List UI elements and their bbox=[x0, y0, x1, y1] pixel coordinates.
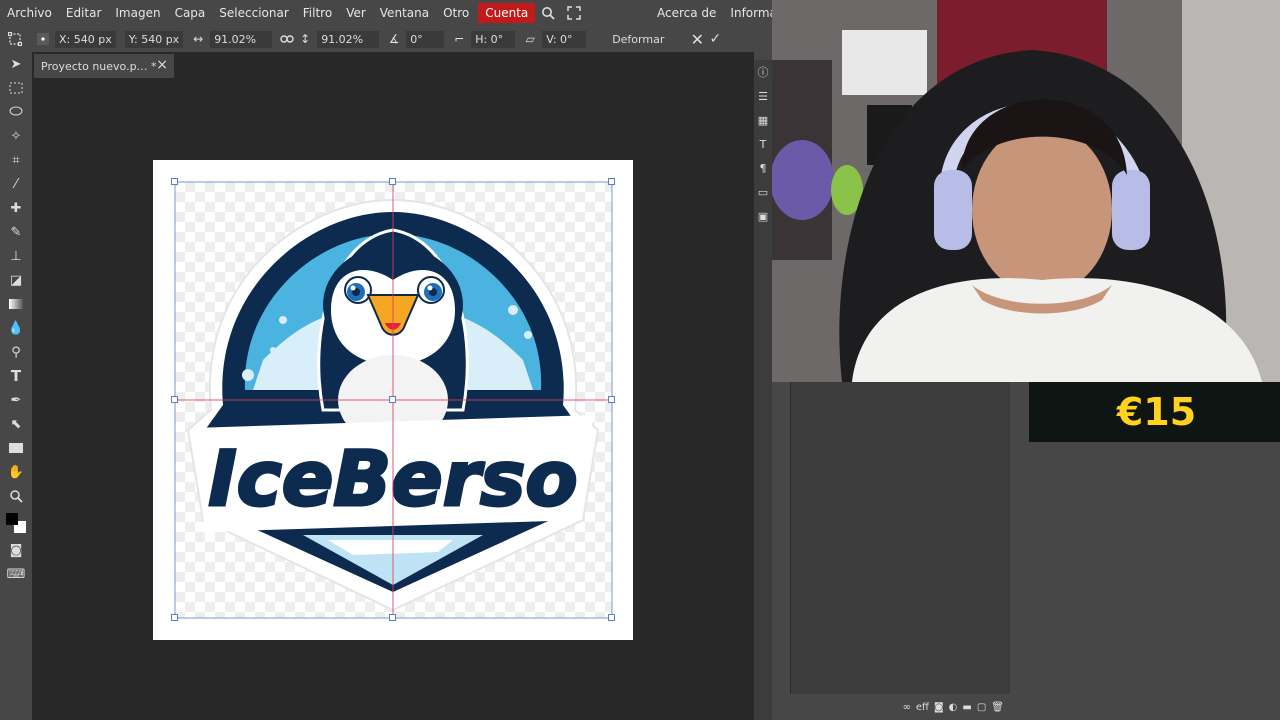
mask-icon[interactable]: ◙ bbox=[934, 702, 944, 713]
layers-panel bbox=[790, 382, 1010, 694]
transform-handle-top[interactable] bbox=[389, 178, 396, 185]
document-canvas[interactable]: IceBerso bbox=[153, 160, 633, 640]
menu-about[interactable]: Acerca de bbox=[650, 3, 723, 23]
transform-icon[interactable] bbox=[6, 30, 24, 48]
adjustment-icon[interactable]: ◐ bbox=[949, 702, 958, 713]
menu-imagen[interactable]: Imagen bbox=[108, 3, 167, 23]
transform-handle-center[interactable] bbox=[389, 396, 396, 403]
angle-field[interactable]: 0° bbox=[406, 30, 445, 48]
info-icon[interactable]: ⓘ bbox=[754, 60, 772, 84]
blur-tool-icon[interactable]: 💧 bbox=[0, 316, 32, 340]
angle-icon: ∡ bbox=[388, 32, 400, 46]
search-icon[interactable] bbox=[535, 0, 561, 26]
new-layer-icon[interactable]: ▢ bbox=[977, 702, 986, 713]
y-position: Y: 540 px bbox=[122, 30, 184, 48]
swatches-icon[interactable]: ▦ bbox=[754, 108, 772, 132]
price-overlay: €15 bbox=[1029, 382, 1280, 442]
text-tool-icon[interactable]: T bbox=[0, 364, 32, 388]
css-icon[interactable]: ▭ bbox=[754, 180, 772, 204]
menu-filtro[interactable]: Filtro bbox=[296, 3, 339, 23]
menu-capa[interactable]: Capa bbox=[168, 3, 213, 23]
document-tabs: Proyecto nuevo.p… * × bbox=[32, 52, 754, 80]
cancel-icon[interactable]: ✕ bbox=[688, 30, 706, 49]
hand-tool-icon[interactable]: ✋ bbox=[0, 460, 32, 484]
paragraph-icon[interactable]: ¶ bbox=[754, 156, 772, 180]
document-tab[interactable]: Proyecto nuevo.p… * × bbox=[34, 54, 174, 78]
skew-h-icon: ⌐ bbox=[454, 32, 465, 46]
quick-mask-icon[interactable]: ◙ bbox=[0, 538, 32, 562]
width-group: ↔ 91.02% bbox=[189, 30, 273, 48]
lasso-tool-icon[interactable] bbox=[0, 100, 32, 124]
dodge-tool-icon[interactable]: ⚲ bbox=[0, 340, 32, 364]
zoom-tool-icon[interactable] bbox=[0, 484, 32, 508]
pen-tool-icon[interactable]: ✒ bbox=[0, 388, 32, 412]
keyboard-icon[interactable]: ⌨ bbox=[0, 562, 32, 586]
magic-wand-icon[interactable]: ✧ bbox=[0, 124, 32, 148]
menu-archivo[interactable]: Archivo bbox=[0, 3, 59, 23]
character-icon[interactable]: T bbox=[754, 132, 772, 156]
webcam-overlay bbox=[772, 0, 1280, 382]
marquee-tool-icon[interactable] bbox=[0, 76, 32, 100]
angle-group: ∡ 0° bbox=[385, 30, 445, 48]
fullscreen-icon[interactable] bbox=[561, 0, 587, 26]
anchor-icon[interactable] bbox=[34, 30, 52, 48]
panel-strip: ⓘ ☰ ▦ T ¶ ▭ ▣ bbox=[754, 60, 772, 720]
transform-handle-top-left[interactable] bbox=[171, 178, 178, 185]
shape-tool-icon[interactable] bbox=[0, 436, 32, 460]
menu-ver[interactable]: Ver bbox=[339, 3, 373, 23]
delete-layer-icon[interactable]: 🗑 bbox=[991, 702, 1004, 713]
brush-tool-icon[interactable]: ✎ bbox=[0, 220, 32, 244]
image-icon[interactable]: ▣ bbox=[754, 204, 772, 228]
warp-button[interactable]: Deformar bbox=[604, 31, 672, 48]
workspace: Proyecto nuevo.p… * × IceBerso bbox=[32, 52, 754, 720]
link-layers-icon[interactable]: ∞ bbox=[903, 702, 911, 713]
healing-brush-icon[interactable]: ✚ bbox=[0, 196, 32, 220]
stamp-tool-icon[interactable]: ⊥ bbox=[0, 244, 32, 268]
y-position-field[interactable]: Y: 540 px bbox=[124, 30, 184, 48]
height-group: ↕ 91.02% bbox=[296, 30, 380, 48]
crop-tool-icon[interactable]: ⌗ bbox=[0, 148, 32, 172]
x-position: X: 540 px bbox=[52, 30, 116, 48]
history-icon[interactable]: ☰ bbox=[754, 84, 772, 108]
confirm-icon[interactable]: ✓ bbox=[706, 30, 724, 48]
document-tab-title: Proyecto nuevo.p… * bbox=[41, 59, 157, 73]
height-icon: ↕ bbox=[300, 32, 311, 46]
transform-handle-top-right[interactable] bbox=[608, 178, 615, 185]
skew-v-group: ▱ V: 0° bbox=[521, 30, 587, 48]
menu-otro[interactable]: Otro bbox=[436, 3, 476, 23]
menu-ventana[interactable]: Ventana bbox=[373, 3, 436, 23]
folder-icon[interactable]: ▬ bbox=[962, 702, 971, 713]
height-field[interactable]: 91.02% bbox=[317, 30, 380, 48]
width-icon: ↔ bbox=[193, 32, 204, 46]
color-swatches-icon[interactable] bbox=[0, 508, 32, 538]
x-position-field[interactable]: X: 540 px bbox=[55, 30, 116, 48]
transform-handle-left[interactable] bbox=[171, 396, 178, 403]
menu-seleccionar[interactable]: Seleccionar bbox=[212, 3, 295, 23]
tools-panel: ➤ ✧ ⌗ ⁄ ✚ ✎ ⊥ ◪ 💧 ⚲ T ✒ ⬉ ✋ ◙ ⌨ bbox=[0, 52, 32, 720]
skew-v-field[interactable]: V: 0° bbox=[542, 30, 587, 48]
eyedropper-icon[interactable]: ⁄ bbox=[0, 172, 32, 196]
close-tab-icon[interactable]: × bbox=[156, 57, 168, 73]
transform-handle-bottom-left[interactable] bbox=[171, 614, 178, 621]
move-tool-icon[interactable]: ➤ bbox=[0, 52, 32, 76]
eraser-tool-icon[interactable]: ◪ bbox=[0, 268, 32, 292]
transform-handle-bottom[interactable] bbox=[389, 614, 396, 621]
transform-handle-bottom-right[interactable] bbox=[608, 614, 615, 621]
webcam-image bbox=[772, 0, 1280, 382]
account-button[interactable]: Cuenta bbox=[478, 3, 536, 23]
skew-h-group: ⌐ H: 0° bbox=[450, 30, 516, 48]
layer-toolbar: ∞ eff ◙ ◐ ▬ ▢ 🗑 bbox=[790, 694, 1010, 720]
link-icon[interactable] bbox=[278, 30, 296, 48]
transform-handle-right[interactable] bbox=[608, 396, 615, 403]
menu-editar[interactable]: Editar bbox=[59, 3, 109, 23]
effects-button[interactable]: eff bbox=[916, 702, 929, 713]
skew-v-icon: ▱ bbox=[525, 32, 535, 46]
gradient-tool-icon[interactable] bbox=[0, 292, 32, 316]
skew-h-field[interactable]: H: 0° bbox=[471, 30, 516, 48]
path-select-icon[interactable]: ⬉ bbox=[0, 412, 32, 436]
width-field[interactable]: 91.02% bbox=[210, 30, 273, 48]
